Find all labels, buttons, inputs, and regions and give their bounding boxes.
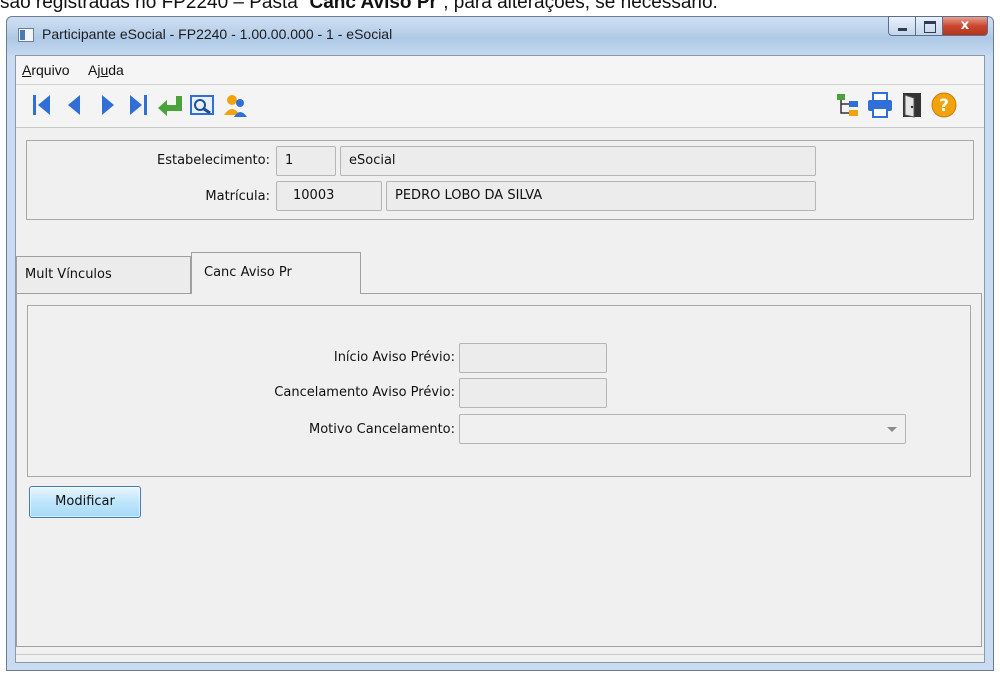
print-icon[interactable] — [866, 91, 894, 119]
help-icon[interactable]: ? — [930, 91, 958, 119]
app-window: Participante eSocial - FP2240 - 1.00.00.… — [6, 16, 994, 671]
document-bold-text: Canc Aviso Pr — [309, 0, 437, 13]
client-area: Arquivo Ajuda ? Estabelecimento: 1 eSoci… — [15, 55, 985, 663]
maximize-button[interactable] — [915, 16, 943, 36]
inicio-aviso-field[interactable] — [459, 343, 607, 373]
motivo-cancelamento-label: Motivo Cancelamento: — [309, 422, 455, 437]
tab-mult-vinculos[interactable]: Mult Vínculos — [16, 256, 191, 294]
window-controls: x — [888, 16, 988, 36]
menu-arquivo[interactable]: Arquivo — [22, 62, 69, 78]
last-record-icon[interactable] — [124, 91, 152, 119]
tree-view-icon[interactable] — [834, 91, 862, 119]
window-title: Participante eSocial - FP2240 - 1.00.00.… — [42, 26, 393, 42]
cancelamento-aviso-field[interactable] — [459, 378, 607, 408]
status-bar — [16, 654, 984, 662]
motivo-cancelamento-select[interactable] — [459, 414, 906, 444]
menu-bar: Arquivo Ajuda — [16, 56, 984, 85]
inicio-aviso-label: Início Aviso Prévio: — [333, 350, 455, 365]
aviso-previo-panel: Início Aviso Prévio: Cancelamento Aviso … — [27, 305, 971, 477]
menu-ajuda[interactable]: Ajuda — [88, 62, 124, 78]
estabelecimento-name-field[interactable]: eSocial — [340, 146, 816, 176]
goto-return-icon[interactable] — [156, 91, 184, 119]
close-button[interactable]: x — [942, 16, 988, 36]
search-magnifier-icon[interactable] — [188, 91, 216, 119]
matricula-label: Matrícula: — [205, 189, 270, 204]
toolbar: ? — [16, 85, 984, 128]
exit-door-icon[interactable] — [898, 91, 926, 119]
chevron-down-icon[interactable] — [887, 427, 897, 432]
previous-record-icon[interactable] — [60, 91, 88, 119]
header-panel: Estabelecimento: 1 eSocial Matrícula: 10… — [26, 140, 974, 220]
estabelecimento-code-field[interactable]: 1 — [276, 146, 336, 176]
estabelecimento-label: Estabelecimento: — [156, 153, 270, 168]
tab-content: Início Aviso Prévio: Cancelamento Aviso … — [16, 293, 982, 647]
title-bar[interactable]: Participante eSocial - FP2240 - 1.00.00.… — [7, 16, 993, 55]
minimize-button[interactable] — [888, 16, 916, 36]
svg-text:?: ? — [939, 96, 949, 116]
matricula-name-field[interactable]: PEDRO LOBO DA SILVA — [386, 181, 816, 211]
matricula-code-field[interactable]: 10003 — [276, 181, 382, 211]
first-record-icon[interactable] — [28, 91, 56, 119]
modificar-button[interactable]: Modificar — [29, 486, 141, 518]
user-lookup-icon[interactable] — [222, 91, 250, 119]
tab-canc-aviso-pr[interactable]: Canc Aviso Pr — [191, 252, 361, 294]
next-record-icon[interactable] — [94, 91, 122, 119]
cancelamento-aviso-label: Cancelamento Aviso Prévio: — [274, 385, 455, 400]
app-window-icon[interactable] — [18, 28, 34, 42]
